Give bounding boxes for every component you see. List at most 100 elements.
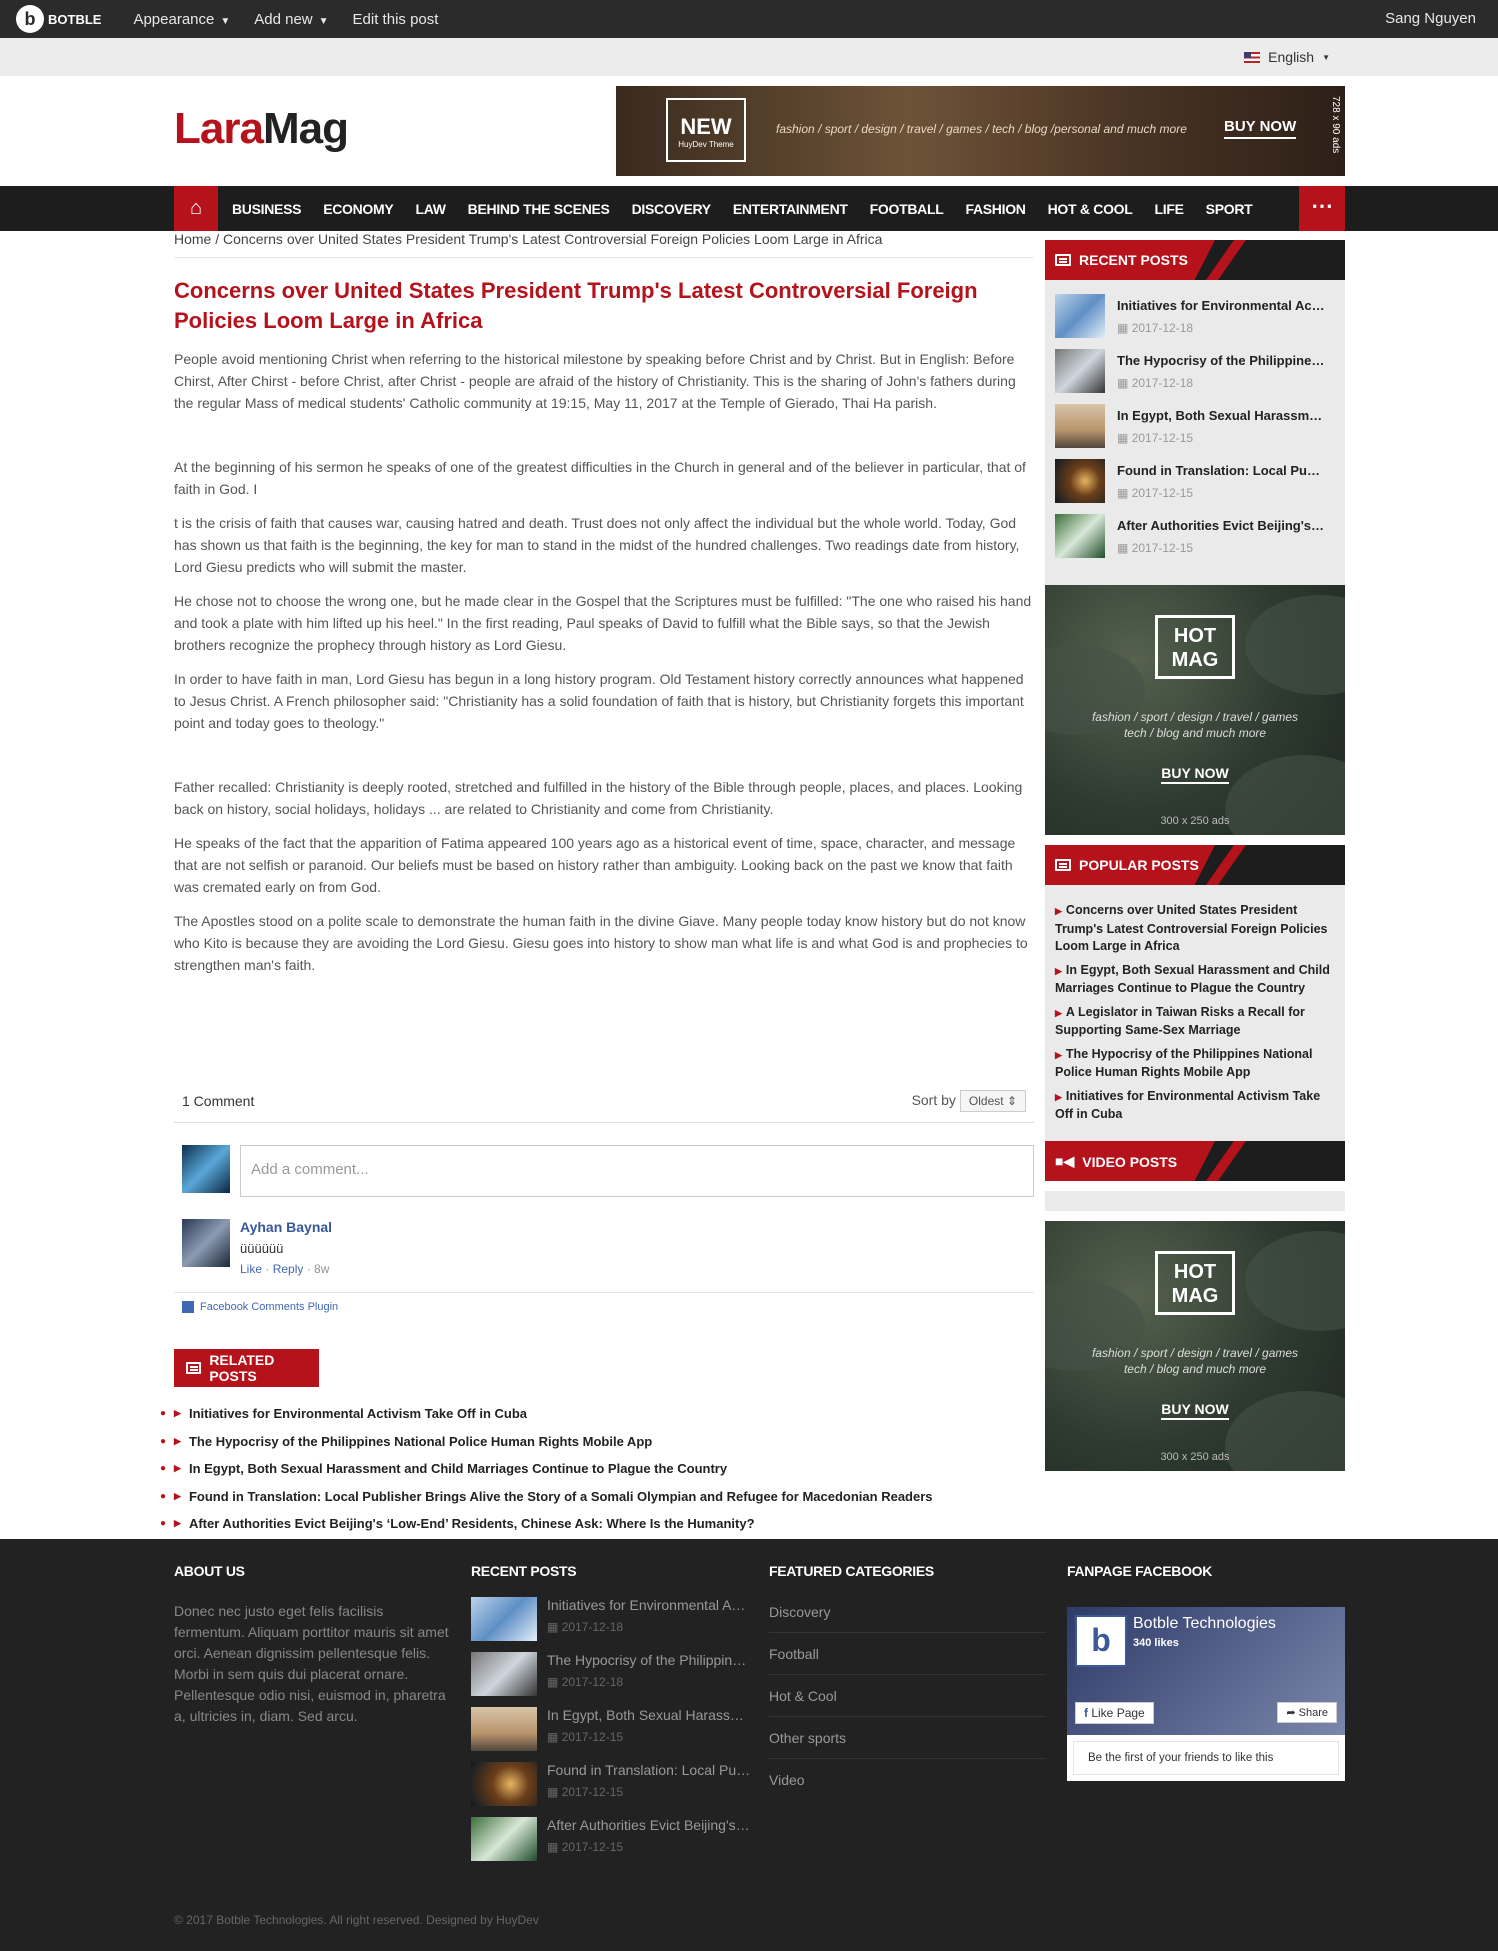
list-item[interactable]: ▶ Initiatives for Environmental Activism … [1055,1088,1335,1124]
commenter-name[interactable]: Ayhan Baynal [240,1219,332,1235]
admin-menu-add-new[interactable]: Add new ▼ [254,11,328,28]
category-link[interactable]: Video [769,1759,1046,1801]
nav-item-sport[interactable]: SPORT [1206,201,1253,217]
list-item[interactable]: Found in Translation: Local Publisher Br… [471,1762,752,1817]
avatar[interactable] [182,1219,230,1267]
arrow-right-icon: ▶ [174,1435,181,1446]
list-item[interactable]: After Authorities Evict Beijing's ‘Low-E… [471,1817,752,1872]
arrow-right-icon: ▶ [1055,1049,1062,1060]
sort-label: Sort by [911,1092,956,1108]
video-camera-icon: ■◀ [1055,1153,1075,1169]
admin-user-menu[interactable]: Sang Nguyen [1385,10,1476,27]
facebook-plugin-link[interactable]: Facebook Comments Plugin [174,1301,1034,1313]
fanpage-likes: 340 likes [1133,1637,1179,1649]
related-posts-list: ● ▶ Initiatives for Environmental Activism… [160,1400,933,1538]
admin-menu-appearance[interactable]: Appearance ▼ [133,11,230,28]
category-link[interactable]: Football [769,1633,1046,1675]
reply-link[interactable]: Reply [273,1262,304,1276]
nav-item-business[interactable]: BUSINESS [232,201,301,217]
like-link[interactable]: Like [240,1262,262,1276]
nav-item-law[interactable]: LAW [415,201,446,217]
comment-input[interactable]: Add a comment... [240,1145,1034,1197]
calendar-icon: ▦ [547,1675,559,1689]
us-flag-icon [1244,51,1261,63]
list-item[interactable]: ● ▶ In Egypt, Both Sexual Harassment and C… [160,1455,933,1483]
banner-tagline: fashion / sport / design / travel / game… [776,122,1187,136]
comment-count: 1 Comment [182,1093,255,1109]
newspaper-icon [1055,254,1071,266]
nav-item-economy[interactable]: ECONOMY [323,201,394,217]
fanpage-name[interactable]: Botble Technologies [1133,1615,1276,1633]
list-item[interactable]: ● ▶ Initiatives for Environmental Activism… [160,1400,933,1428]
list-item[interactable]: ▶ The Hypocrisy of the Philippines Nation… [1055,1046,1335,1082]
calendar-icon: ▦ [547,1785,559,1799]
sidebar-ad[interactable]: HOT MAG fashion / sport / design / travel… [1045,1221,1345,1471]
nav-item-entertainment[interactable]: ENTERTAINMENT [733,201,848,217]
sort-select[interactable]: Oldest ⇕ [959,1090,1026,1112]
post-thumbnail[interactable] [471,1597,537,1641]
nav-item-hot-cool[interactable]: HOT & COOL [1048,201,1133,217]
list-item[interactable]: After Authorities Evict Beijing's ‘Low-E… [1055,514,1335,569]
top-banner-ad[interactable]: NEW HuyDev Theme fashion / sport / design… [616,86,1345,176]
article-paragraph: Father recalled: Christianity is deeply … [174,779,1023,817]
article-title: Concerns over United States President Tr… [174,278,978,333]
botble-logo-icon[interactable]: b [1075,1615,1127,1667]
ad-buy-now[interactable]: BUY NOW [1045,1401,1345,1420]
list-item[interactable]: ● ▶ After Authorities Evict Beijing's ‘Low… [160,1510,933,1538]
list-item[interactable]: In Egypt, Both Sexual Harassment and Chi… [1055,404,1335,459]
list-item[interactable]: ▶ Concerns over United States President T… [1055,902,1335,956]
nav-item-fashion[interactable]: FASHION [965,201,1025,217]
category-link[interactable]: Discovery [769,1591,1046,1633]
share-button[interactable]: ➦ Share [1277,1702,1337,1723]
admin-menu-edit-post[interactable]: Edit this post [353,11,439,28]
list-item[interactable]: The Hypocrisy of the Philippines Nationa… [471,1652,752,1707]
nav-item-discovery[interactable]: DISCOVERY [632,201,712,217]
list-item[interactable]: ● ▶ The Hypocrisy of the Philippines Natio… [160,1428,933,1456]
post-thumbnail[interactable] [1055,459,1105,503]
more-menu-icon[interactable]: ⋯ [1299,186,1345,231]
language-switcher[interactable]: English ▼ [1244,49,1330,65]
banner-logo-box: NEW HuyDev Theme [666,98,746,162]
like-page-button[interactable]: f Like Page [1075,1702,1154,1724]
list-item[interactable]: In Egypt, Both Sexual Harassment and Chi… [471,1707,752,1762]
comment-age: 8w [314,1262,330,1276]
share-icon: ➦ [1286,1707,1296,1719]
article-paragraph: He chose not to choose the wrong one, bu… [174,593,1032,653]
ad-dimensions: 300 x 250 ads [1160,815,1230,827]
facebook-page-widget[interactable]: b Botble Technologies 340 likes f Like P… [1067,1607,1345,1781]
botble-logo-icon: b [16,5,44,33]
calendar-icon: ▦ [1117,321,1129,335]
banner-buy-now[interactable]: BUY NOW [1224,118,1297,139]
nav-item-football[interactable]: FOOTBALL [870,201,944,217]
post-thumbnail[interactable] [1055,349,1105,393]
post-thumbnail[interactable] [471,1817,537,1861]
site-footer: ABOUT US Donec nec justo eget felis faci… [0,1539,1498,1951]
nav-item-behind-the-scenes[interactable]: BEHIND THE SCENES [468,201,610,217]
sidebar-ad[interactable]: HOT MAG fashion / sport / design / travel… [1045,585,1345,835]
top-bar: English ▼ [0,38,1498,76]
footer-about: ABOUT US Donec nec justo eget felis faci… [174,1563,449,1724]
post-thumbnail[interactable] [471,1652,537,1696]
post-thumbnail[interactable] [471,1762,537,1806]
list-item[interactable]: ● ▶ Found in Translation: Local Publisher … [160,1483,933,1511]
botble-logo[interactable]: b BOTBLE [16,5,101,33]
ad-buy-now[interactable]: BUY NOW [1045,765,1345,784]
post-thumbnail[interactable] [1055,514,1105,558]
nav-item-life[interactable]: LIFE [1155,201,1184,217]
category-link[interactable]: Hot & Cool [769,1675,1046,1717]
post-thumbnail[interactable] [1055,404,1105,448]
list-item[interactable]: ▶ In Egypt, Both Sexual Harassment and Ch… [1055,962,1335,998]
post-thumbnail[interactable] [1055,294,1105,338]
list-item[interactable]: The Hypocrisy of the Philippines Nationa… [1055,349,1335,404]
list-item[interactable]: Initiatives for Environmental Activism T… [1055,294,1335,349]
breadcrumb[interactable]: Home / Concerns over United States Presi… [174,231,1034,258]
list-item[interactable]: Initiatives for Environmental Activism T… [471,1597,752,1652]
list-item[interactable]: ▶ A Legislator in Taiwan Risks a Recall f… [1055,1004,1335,1040]
calendar-icon: ▦ [547,1620,559,1634]
home-icon[interactable]: ⌂ [174,186,218,231]
calendar-icon: ▦ [1117,376,1129,390]
post-thumbnail[interactable] [471,1707,537,1751]
site-logo[interactable]: LaraMag [174,104,349,154]
category-link[interactable]: Other sports [769,1717,1046,1759]
list-item[interactable]: Found in Translation: Local Publisher Br… [1055,459,1335,514]
